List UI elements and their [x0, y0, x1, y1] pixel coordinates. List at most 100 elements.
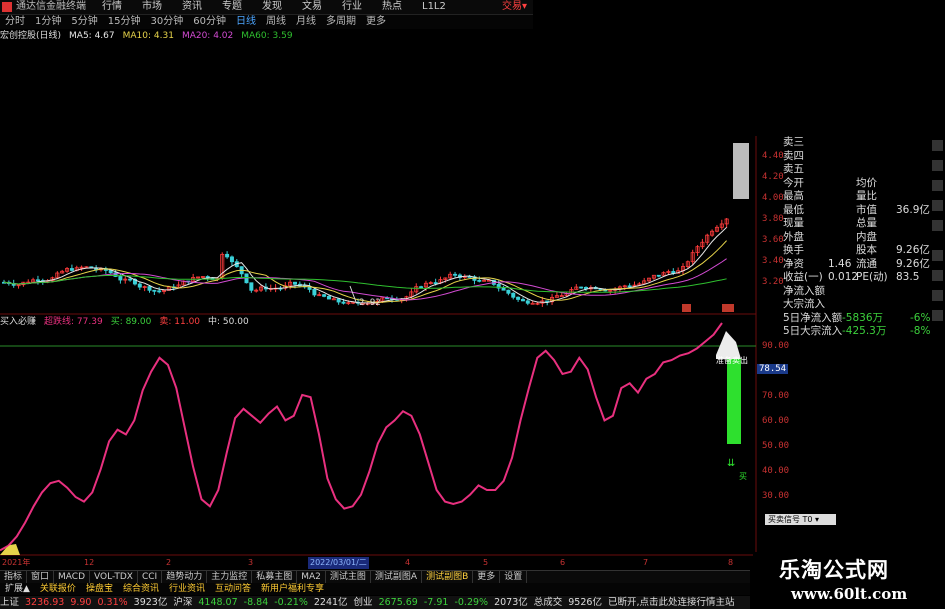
quote-row: 现量 总量 [780, 217, 930, 231]
buy-arrows-icon: ⇊ [727, 458, 736, 469]
candle-body [443, 277, 448, 281]
menu-item-news[interactable]: 资讯 [172, 0, 212, 14]
tab-test-main[interactable]: 测试主图 [326, 571, 371, 583]
status-item[interactable]: 已断开,点击此处连接行情主站 [608, 596, 735, 609]
quote-label: 换手 [783, 244, 804, 256]
candle-body [511, 292, 516, 298]
period-15min[interactable]: 15分钟 [103, 15, 146, 29]
tab-ma2[interactable]: MA2 [297, 571, 326, 583]
menu-item-industry[interactable]: 行业 [332, 0, 372, 14]
quote-row: 5日大宗流入 -425.3万 -8% [780, 325, 930, 339]
period-multi[interactable]: 多周期 [321, 15, 361, 29]
site-watermark: 乐淘公式网 www.60lt.com [753, 552, 945, 609]
candle-body [84, 266, 89, 269]
candle-body [486, 279, 491, 282]
tab-cci[interactable]: CCI [138, 571, 163, 583]
candle-body [346, 302, 351, 305]
menu-item-l1l2[interactable]: L1L2 [412, 0, 456, 14]
quote-panel: 卖三 卖四 卖五 今开 均价 最高 量比 最低 市值 36.9亿 现量 总量 外盘 内盘 换手 股本 9.26亿… [780, 136, 930, 339]
tab-main-monitor[interactable]: 主力监控 [207, 571, 253, 583]
candle-body [157, 290, 162, 293]
candle-body [467, 276, 472, 278]
qa-button[interactable]: 互动问答 [210, 583, 256, 595]
menu-item-topics[interactable]: 专题 [212, 0, 252, 14]
candle-body [554, 295, 559, 298]
start-fill [0, 544, 20, 555]
period-daily[interactable]: 日线 [231, 15, 261, 29]
menu-item-wenyi[interactable]: 文易 [292, 0, 332, 14]
trade-treasure-button[interactable]: 操盘宝 [81, 583, 118, 595]
indicator-value-2: 买: 89.00 [110, 317, 152, 327]
tab-window[interactable]: 窗口 [27, 571, 55, 583]
date-month: 12 [84, 558, 95, 567]
period-60min[interactable]: 60分钟 [188, 15, 231, 29]
quote-label: 大宗流入 [783, 298, 825, 310]
quote-label-2: 量比 [856, 190, 877, 202]
status-item: -0.21% [274, 597, 308, 608]
candle-body [249, 282, 254, 291]
candle-body [472, 276, 477, 281]
candle-body [448, 273, 453, 279]
candle-body [608, 289, 613, 292]
date-month: 4 [405, 558, 411, 567]
candle-body [380, 297, 385, 302]
menu-item-hot[interactable]: 热点 [372, 0, 412, 14]
candle-body [31, 279, 36, 283]
industry-news-button[interactable]: 行业资讯 [164, 583, 210, 595]
trade-button[interactable]: 交易▾ [502, 0, 527, 14]
candle-body [409, 291, 414, 298]
status-item: -7.91 [423, 597, 449, 608]
candle-body [613, 288, 618, 291]
candle-body [588, 287, 593, 290]
candle-body [254, 289, 259, 292]
candle-body [6, 281, 11, 284]
candle-body [419, 286, 424, 289]
tab-more[interactable]: 更多 [473, 571, 501, 583]
new-user-benefits-button[interactable]: 新用户福利专享 [256, 583, 329, 595]
tab-test-sub-b[interactable]: 测试副图B [422, 571, 474, 583]
quote-row: 5日净流入额 -5836万 -6% [780, 312, 930, 326]
period-30min[interactable]: 30分钟 [145, 15, 188, 29]
related-quotes-button[interactable]: 关联报价 [35, 583, 81, 595]
candle-body [21, 281, 26, 286]
tab-private-main[interactable]: 私募主图 [252, 571, 298, 583]
period-more[interactable]: 更多 [361, 15, 391, 29]
candle-body [642, 280, 647, 285]
status-item: 创业 [353, 597, 373, 608]
period-timeshare[interactable]: 分时 [0, 15, 30, 29]
tab-macd[interactable]: MACD [54, 571, 91, 583]
candle-body [132, 278, 137, 285]
moving-average-lines [3, 226, 727, 304]
signal-selector[interactable]: 买卖信号 T0 ▾ [765, 514, 836, 525]
tab-indicator[interactable]: 指标 [0, 571, 28, 583]
candle-body [234, 261, 239, 268]
expand-button[interactable]: 扩展▲ [0, 583, 35, 595]
candle-body [176, 284, 181, 289]
quote-label-2: 市值 [856, 203, 877, 216]
candle-body [171, 286, 176, 289]
tab-trend[interactable]: 趋势动力 [162, 571, 208, 583]
tab-settings[interactable]: 设置 [500, 571, 528, 583]
candle-body [166, 286, 171, 291]
date-year: 2021年 [2, 558, 31, 567]
candle-body [60, 270, 65, 274]
candle-body [128, 278, 133, 281]
ma5-line [3, 226, 727, 304]
sub-tick: 70.00 [762, 391, 790, 401]
indicator-name[interactable]: 买入必赚 [0, 316, 36, 328]
candle-body [108, 270, 113, 274]
candle-body [496, 283, 501, 289]
menu-item-quotes[interactable]: 行情 [92, 0, 132, 14]
period-1min[interactable]: 1分钟 [30, 15, 66, 29]
candle-body [55, 272, 60, 279]
menu-item-market[interactable]: 市场 [132, 0, 172, 14]
current-value-tag: 78.54 [757, 364, 789, 374]
tab-vol[interactable]: VOL-TDX [90, 571, 138, 583]
candle-body [326, 295, 331, 300]
period-monthly[interactable]: 月线 [291, 15, 321, 29]
period-weekly[interactable]: 周线 [261, 15, 291, 29]
general-news-button[interactable]: 综合资讯 [118, 583, 164, 595]
menu-item-discover[interactable]: 发现 [252, 0, 292, 14]
tab-test-sub-a[interactable]: 测试副图A [371, 571, 423, 583]
period-5min[interactable]: 5分钟 [66, 15, 102, 29]
